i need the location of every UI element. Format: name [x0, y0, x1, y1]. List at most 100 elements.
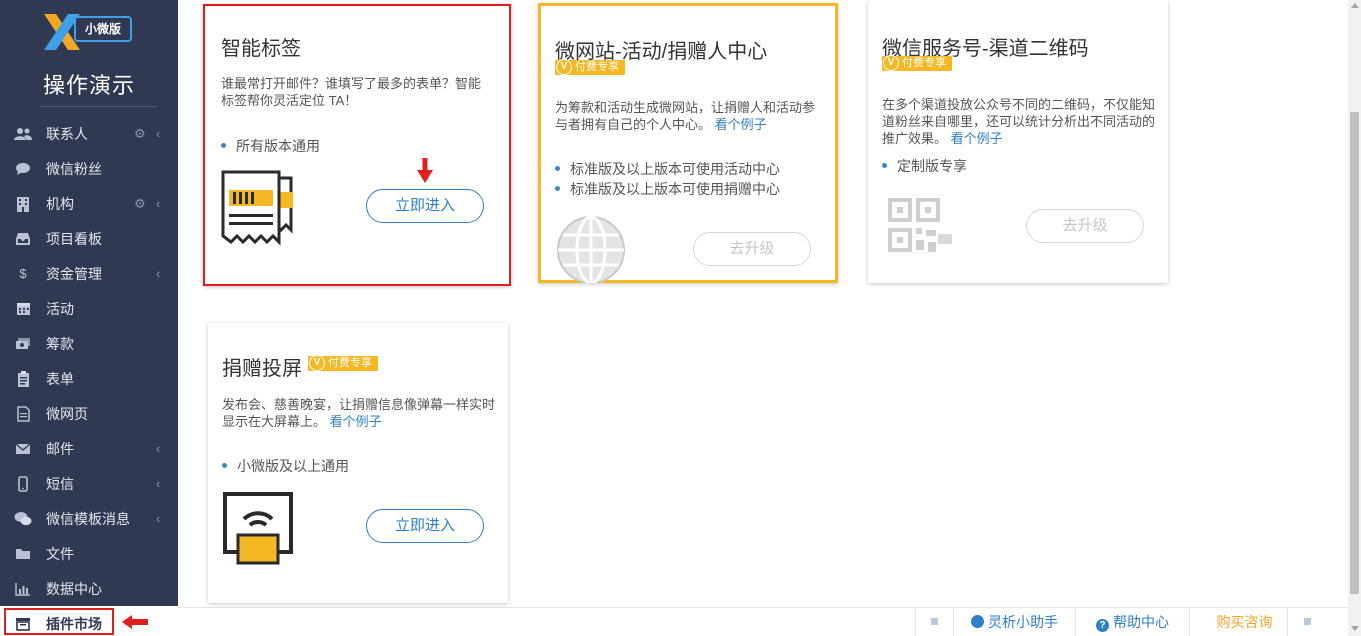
card-description: 发布会、慈善晚宴，让捐赠信息像弹幕一样实时显示在大屏幕上。 看个例子	[222, 396, 498, 430]
sidebar-item-label: 微网页	[46, 405, 88, 422]
gear-icon[interactable]: ⚙	[134, 126, 146, 142]
sidebar-item-data-center[interactable]: 数据中心	[0, 571, 178, 606]
chevron-left-icon: ‹	[156, 126, 161, 141]
card-feature: 所有版本通用	[221, 136, 320, 156]
scroll-down-arrow-icon[interactable]	[1351, 626, 1359, 631]
paid-badge: V 付费专享	[308, 355, 378, 371]
document-icon	[14, 405, 32, 422]
gear-icon[interactable]: ⚙	[134, 196, 146, 212]
footer-spacer	[1287, 608, 1327, 636]
sidebar-item-label: 项目看板	[46, 230, 102, 247]
chevron-left-icon: ‹	[156, 511, 161, 526]
sidebar-item-forms[interactable]: 表单	[0, 361, 178, 396]
card-description-text: 为筹款和活动生成微网站，让捐赠人和活动参与者拥有自己的个人中心。	[555, 100, 816, 132]
plugin-card-donation-screen: 捐赠投屏 V 付费专享 发布会、慈善晚宴，让捐赠信息像弹幕一样实时显示在大屏幕上…	[208, 323, 508, 603]
sidebar-item-label: 数据中心	[46, 580, 102, 597]
chevron-left-icon: ‹	[156, 266, 161, 281]
sidebar-item-micro-pages[interactable]: 微网页	[0, 396, 178, 431]
sidebar-item-label: 短信	[46, 475, 74, 492]
money-icon	[14, 336, 32, 352]
help-label: 帮助中心	[1113, 614, 1169, 630]
vip-icon: V	[556, 59, 572, 75]
inbox-icon	[14, 231, 32, 247]
card-description: 在多个渠道投放公众号不同的二维码，不仅能知道粉丝来自哪里，还可以统计分析出不同活…	[882, 96, 1157, 147]
sidebar-item-label: 微信模板消息	[46, 510, 130, 527]
sidebar-item-label: 邮件	[46, 440, 74, 457]
mobile-icon	[14, 475, 32, 492]
example-link[interactable]: 看个例子	[330, 414, 382, 429]
sidebar-item-organizations[interactable]: 机构 ⚙ ‹	[0, 186, 178, 221]
calendar-icon	[14, 301, 32, 317]
card-feature: 定制版专享	[882, 156, 967, 176]
logo-badge: 小微版	[74, 16, 132, 42]
sidebar-item-label: 文件	[46, 545, 74, 562]
highlight-box	[4, 608, 114, 635]
card-description: 谁最常打开邮件？谁填写了最多的表单？智能标签帮你灵活定位 TA！	[221, 76, 482, 108]
enter-button[interactable]: 立即进入	[366, 189, 484, 223]
sidebar-item-wechat-template[interactable]: 微信模板消息 ‹	[0, 501, 178, 536]
paid-badge: V 付费专享	[882, 55, 952, 71]
chevron-left-icon: ‹	[156, 441, 161, 456]
sidebar-item-contacts[interactable]: 联系人 ⚙ ‹	[0, 116, 178, 151]
buy-consult-button[interactable]: 购买咨询	[1189, 608, 1299, 636]
upgrade-button[interactable]: 去升级	[693, 232, 811, 266]
help-center-button[interactable]: ? 帮助中心	[1075, 608, 1189, 636]
sidebar-item-label: 微信粉丝	[46, 160, 102, 177]
paid-badge-label: 付费专享	[328, 357, 372, 369]
paid-badge-label: 付费专享	[575, 61, 619, 73]
square-icon	[1304, 618, 1311, 625]
sidebar-item-sms[interactable]: 短信 ‹	[0, 466, 178, 501]
sidebar-item-email[interactable]: 邮件 ‹	[0, 431, 178, 466]
example-link[interactable]: 看个例子	[951, 131, 1003, 146]
dollar-icon: $	[19, 266, 27, 281]
scroll-thumb[interactable]	[1350, 112, 1359, 594]
tag-receipt-icon	[221, 170, 293, 246]
sidebar-item-label: 联系人	[46, 125, 88, 142]
sidebar-nav: 联系人 ⚙ ‹ 微信粉丝 机构 ⚙ ‹ 项目看板 $ 资金管理 ‹ 活动 筹款 …	[0, 116, 178, 636]
footer-bar: 灵析小助手 ? 帮助中心 购买咨询	[178, 607, 1348, 636]
contacts-icon	[14, 126, 32, 142]
bar-chart-icon	[14, 581, 32, 597]
sidebar: 小微版 操作演示 联系人 ⚙ ‹ 微信粉丝 机构 ⚙ ‹ 项目看板 $ 资金管理…	[0, 0, 178, 636]
card-feature: 标准版及以上版本可使用捐赠中心	[555, 179, 780, 199]
screen-cast-icon	[223, 492, 293, 565]
arrow-left-icon	[122, 615, 148, 629]
assistant-icon	[971, 615, 984, 628]
clipboard-icon	[14, 370, 32, 387]
sidebar-item-files[interactable]: 文件	[0, 536, 178, 571]
wechat-bubble-icon	[14, 161, 32, 177]
wechat-icon	[14, 511, 32, 527]
sidebar-item-label: 机构	[46, 195, 74, 212]
scroll-up-arrow-icon[interactable]	[1351, 3, 1359, 8]
vertical-scrollbar[interactable]	[1348, 0, 1361, 636]
qr-code-icon	[888, 198, 952, 252]
divider	[40, 106, 158, 107]
arrow-down-icon	[417, 158, 433, 183]
sidebar-item-label: 筹款	[46, 335, 74, 352]
sidebar-item-fundraising[interactable]: 筹款	[0, 326, 178, 361]
plugin-card-wechat-qr: 微信服务号-渠道二维码 V 付费专享 在多个渠道投放公众号不同的二维码，不仅能知…	[868, 0, 1168, 283]
brand-logo[interactable]: 小微版	[42, 12, 134, 52]
globe-icon	[557, 215, 625, 283]
upgrade-button[interactable]: 去升级	[1026, 209, 1144, 243]
assistant-button[interactable]: 灵析小助手	[953, 608, 1075, 636]
envelope-icon	[14, 441, 32, 457]
building-icon	[14, 196, 32, 212]
sidebar-item-events[interactable]: 活动	[0, 291, 178, 326]
sidebar-item-label: 活动	[46, 300, 74, 317]
sidebar-item-funds[interactable]: $ 资金管理 ‹	[0, 256, 178, 291]
card-title: 智能标签	[221, 38, 301, 60]
enter-button[interactable]: 立即进入	[366, 509, 484, 543]
vip-icon: V	[883, 55, 899, 71]
chevron-left-icon: ‹	[156, 196, 161, 211]
sidebar-item-wechat-fans[interactable]: 微信粉丝	[0, 151, 178, 186]
sidebar-item-project-board[interactable]: 项目看板	[0, 221, 178, 256]
assistant-label: 灵析小助手	[988, 614, 1058, 630]
card-description: 为筹款和活动生成微网站，让捐赠人和活动参与者拥有自己的个人中心。 看个例子	[555, 99, 827, 133]
folder-icon	[14, 546, 32, 562]
sidebar-item-label: 表单	[46, 370, 74, 387]
card-description-text: 在多个渠道投放公众号不同的二维码，不仅能知道粉丝来自哪里，还可以统计分析出不同活…	[882, 97, 1156, 146]
example-link[interactable]: 看个例子	[715, 117, 767, 132]
paid-badge-label: 付费专享	[902, 57, 946, 69]
plugin-card-smart-tags: 智能标签 谁最常打开邮件？谁填写了最多的表单？智能标签帮你灵活定位 TA！ 所有…	[203, 4, 511, 286]
